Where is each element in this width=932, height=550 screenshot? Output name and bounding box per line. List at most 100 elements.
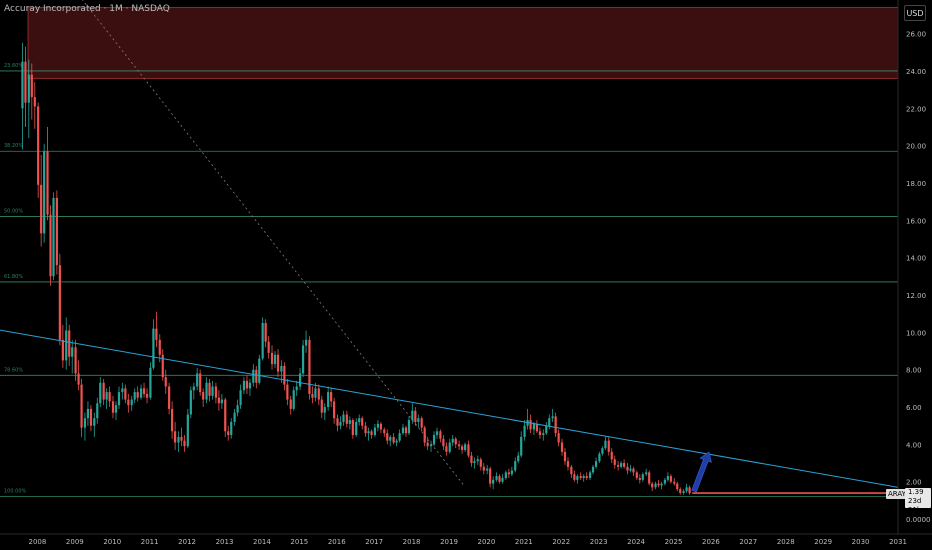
candle-body	[333, 401, 336, 419]
candle-body	[199, 373, 202, 393]
candle-body	[304, 339, 308, 346]
candle-body	[395, 440, 398, 443]
candle-body	[576, 476, 579, 480]
candle-body	[183, 440, 186, 447]
time-tick-label: 2008	[29, 538, 47, 546]
candle-body	[594, 461, 598, 467]
candle-body	[439, 431, 442, 439]
candle-body	[71, 347, 74, 357]
candle-body	[358, 418, 361, 422]
candle-body	[489, 468, 492, 484]
candle-body	[86, 408, 90, 419]
candle-body	[355, 421, 358, 436]
candle-body	[102, 382, 105, 400]
time-tick-label: 2030	[852, 538, 870, 546]
candle-body	[470, 455, 473, 464]
candle-body	[139, 388, 143, 398]
candle-body	[573, 474, 576, 480]
candle-body	[613, 459, 616, 465]
candle-body	[224, 399, 227, 432]
price-tick-label: 12.00	[906, 292, 926, 300]
candle-body	[629, 468, 632, 471]
candle-body	[620, 463, 623, 467]
candle-body	[682, 491, 685, 493]
candle-body	[407, 420, 411, 434]
candle-body	[283, 365, 286, 385]
candle-body	[68, 330, 71, 357]
candle-body	[579, 476, 582, 478]
currency-button[interactable]: USD	[904, 5, 926, 21]
candle-body	[186, 414, 189, 447]
candle-body	[660, 483, 663, 486]
candle-body	[688, 487, 691, 494]
fib-level-label: 78.60%	[4, 367, 23, 373]
candle-body	[473, 461, 476, 464]
time-tick-label: 2023	[590, 538, 608, 546]
candle-body	[196, 373, 199, 387]
candle-body	[289, 399, 292, 409]
time-tick-label: 2028	[777, 538, 795, 546]
time-tick-label: 2031	[889, 538, 907, 546]
price-tick-label: 2.00	[906, 479, 922, 487]
candle-body	[401, 427, 405, 434]
candle-body	[626, 466, 629, 471]
candle-body	[323, 407, 326, 413]
candle-body	[679, 489, 682, 493]
candle-body	[242, 380, 246, 391]
candle-body	[386, 433, 389, 441]
candle-body	[445, 446, 448, 452]
candle-body	[617, 464, 620, 467]
time-tick-label: 2011	[141, 538, 159, 546]
candle-body	[311, 393, 314, 398]
candle-body	[105, 392, 108, 400]
candle-body	[607, 440, 610, 452]
candle-body	[145, 393, 149, 398]
candle-body	[33, 97, 36, 107]
candle-body	[239, 390, 242, 406]
price-chart[interactable]: 23.60% 38.20% 50.00% 61.80% 78.60% 100.00% 0.0…	[0, 0, 932, 550]
candle-body	[155, 328, 158, 340]
time-tick-label: 2022	[552, 538, 570, 546]
price-tick-label: 16.00	[906, 217, 926, 225]
time-tick-label: 2012	[178, 538, 196, 546]
price-tick-label: 14.00	[906, 255, 926, 263]
candle-body	[523, 425, 526, 437]
candle-body	[342, 414, 345, 422]
candle-body	[65, 330, 68, 361]
candle-body	[420, 418, 423, 428]
candle-body	[37, 106, 40, 185]
candle-body	[560, 442, 564, 452]
projection-arrow	[691, 451, 712, 493]
candle-body	[657, 483, 660, 486]
candle-body	[208, 382, 211, 396]
candle-body	[588, 472, 592, 478]
candle-body	[174, 431, 177, 443]
candle-body	[392, 436, 395, 443]
fib-level-label: 23.60%	[4, 63, 23, 69]
candle-body	[442, 438, 445, 447]
candle-body	[61, 339, 64, 361]
candle-body	[133, 392, 136, 400]
candle-body	[404, 427, 408, 434]
chart-title: Accuray Incorporated · 1M · NASDAQ	[4, 4, 170, 14]
candle-body	[423, 427, 426, 443]
candle-body	[301, 345, 305, 374]
candle-body	[645, 472, 648, 475]
candle-body	[171, 408, 174, 432]
candle-body	[538, 431, 542, 436]
candle-body	[121, 388, 124, 393]
candle-body	[557, 433, 560, 443]
fib-level-label: 100.00%	[4, 489, 26, 495]
candle-body	[426, 442, 429, 447]
candle-body	[364, 425, 367, 434]
last-price-label: 1.39 23d 21h	[905, 488, 931, 514]
candle-body	[467, 444, 470, 456]
candle-body	[330, 392, 333, 402]
candle-body	[598, 453, 601, 462]
candle-body	[351, 420, 354, 436]
candle-body	[267, 341, 270, 353]
candle-body	[77, 373, 80, 385]
candle-body	[114, 405, 118, 413]
time-tick-label: 2018	[403, 538, 421, 546]
chart-window: 23.60% 38.20% 50.00% 61.80% 78.60% 100.00% 0.0…	[0, 0, 932, 550]
